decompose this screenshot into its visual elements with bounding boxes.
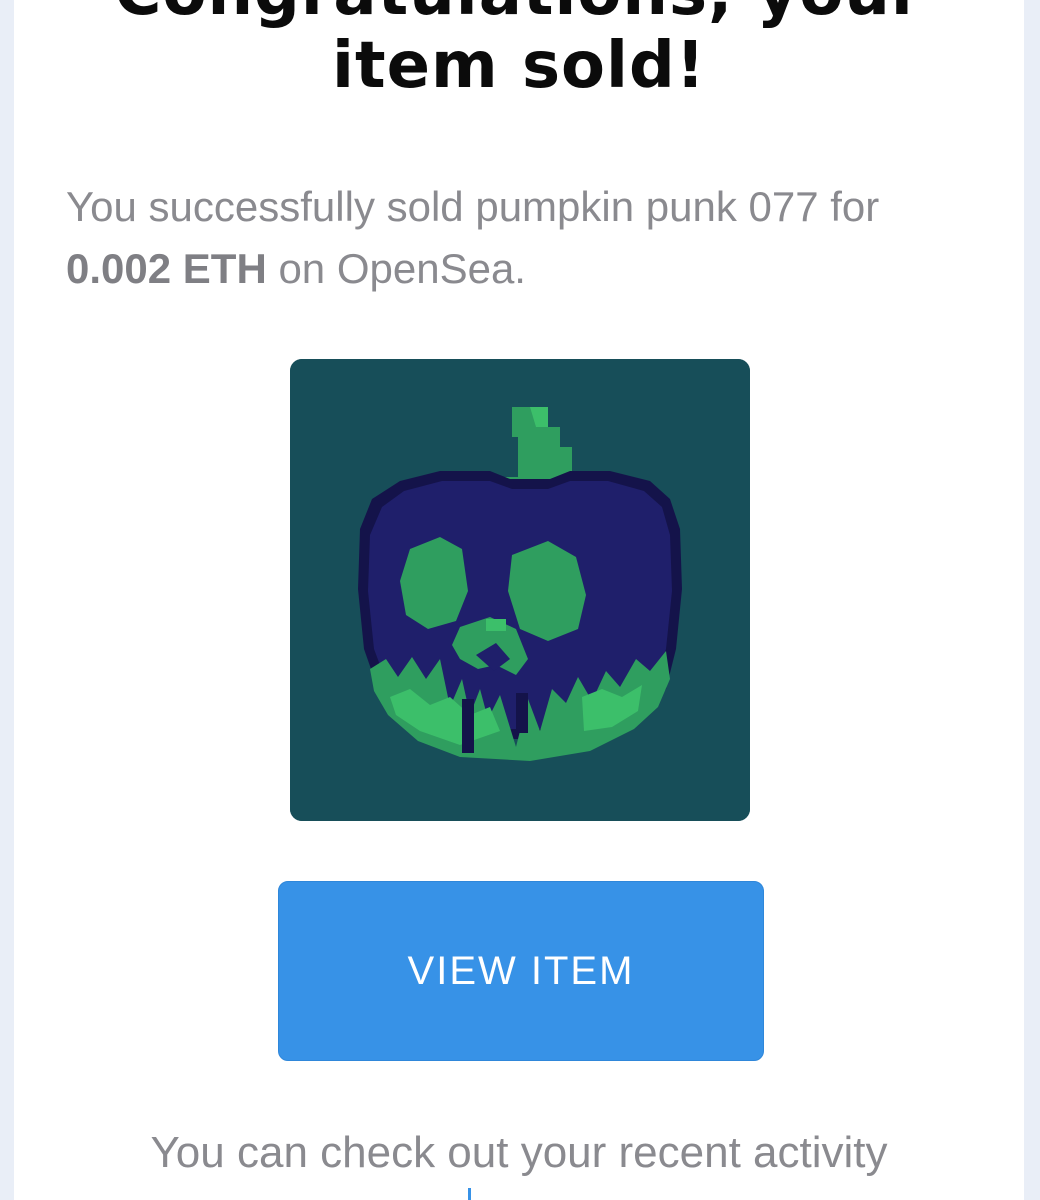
sale-message-prefix: You successfully sold pumpkin punk 077 f… (66, 183, 880, 230)
recent-activity-text: You can check out your recent activity (150, 1128, 888, 1177)
email-card: Congratulations, your item sold! You suc… (14, 0, 1024, 1200)
sale-price: 0.002 ETH (66, 245, 267, 292)
view-item-button[interactable]: VIEW ITEM (278, 881, 764, 1061)
sale-message: You successfully sold pumpkin punk 077 f… (66, 176, 996, 300)
sale-message-suffix: on OpenSea. (266, 245, 526, 292)
pumpkin-punk-image (290, 359, 750, 821)
headline: item sold! (332, 29, 706, 103)
nft-image[interactable] (290, 359, 750, 821)
link-fragment[interactable] (468, 1188, 471, 1200)
headline-top-line: Congratulations, your (14, 0, 1024, 28)
